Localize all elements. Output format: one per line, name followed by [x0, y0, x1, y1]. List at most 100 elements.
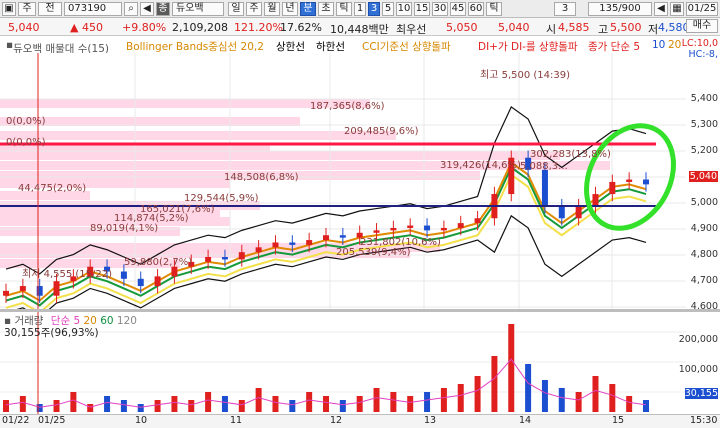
- interval-button-0[interactable]: 일: [228, 2, 244, 16]
- legend-upper[interactable]: 상한선: [276, 39, 305, 54]
- volume-profile-label: 129,544(5,9%): [184, 193, 259, 204]
- buy-button[interactable]: 매수: [686, 19, 718, 33]
- volume-bar: [104, 396, 111, 412]
- candle: [238, 252, 245, 260]
- interval-button-3[interactable]: 년: [282, 2, 298, 16]
- volume-bar: [171, 396, 178, 412]
- candle: [541, 169, 548, 207]
- volume-bar: [440, 388, 447, 412]
- interval-button-11[interactable]: 15: [414, 2, 430, 16]
- candle: [306, 240, 313, 245]
- best-label: 최우선: [396, 23, 427, 36]
- count-field[interactable]: 135/900: [588, 2, 652, 16]
- volume-axis: 200,000 100,000 30,155: [679, 312, 720, 414]
- prev-icon[interactable]: ◀: [654, 2, 668, 16]
- candle: [339, 235, 346, 238]
- interval-button-9[interactable]: 5: [382, 2, 394, 16]
- price-tick: 4,900: [690, 223, 718, 234]
- candle: [558, 206, 565, 219]
- legend-di[interactable]: DI+가 DI-를 상향돌파: [478, 39, 578, 54]
- candle: [626, 179, 633, 182]
- interval-button-7[interactable]: 1: [354, 2, 366, 16]
- price-tick: 4,700: [690, 275, 718, 286]
- volume-bar: [188, 400, 195, 412]
- volume-profile-label: 205,539(9,4%): [336, 247, 411, 258]
- volume-bar: [390, 392, 397, 412]
- name-tag: 종: [156, 2, 170, 16]
- interval-button-14[interactable]: 60: [468, 2, 484, 16]
- high-label: 고: [598, 23, 609, 36]
- interval-button-8[interactable]: 3: [368, 2, 380, 16]
- volume-bar: [289, 400, 296, 412]
- toolbar: ▣ 주 전 073190 ⌕ ◀ 종 듀오백 일 주 월 년 분 초 틱 1 3 5 10 15 30 4…: [0, 0, 720, 18]
- interval-button-4[interactable]: 분: [300, 2, 316, 16]
- candle: [289, 242, 296, 245]
- time-tick: 15: [612, 415, 625, 426]
- legend-ma10[interactable]: 10: [652, 39, 665, 51]
- interval-button-5[interactable]: 초: [318, 2, 334, 16]
- stock-name-field[interactable]: 듀오백: [172, 2, 224, 16]
- price-tick: 5,400: [690, 93, 718, 104]
- legend-cci[interactable]: CCI기준선 상향돌파: [362, 39, 451, 54]
- quote-bar: 5,040 ▲ 450 +9.80% 2,109,208 121.20% 17.…: [0, 18, 720, 36]
- chart-menu-icon[interactable]: ▣: [2, 2, 16, 16]
- candle: [643, 179, 649, 185]
- volume-bar: [356, 396, 363, 412]
- volume-profile-label: 5,088,3...: [520, 161, 568, 172]
- time-tick: 12: [330, 415, 343, 426]
- volume-bar: [238, 400, 245, 412]
- interval-button-6[interactable]: 틱: [336, 2, 352, 16]
- legend-lower[interactable]: 하한선: [316, 39, 345, 54]
- interval-button-10[interactable]: 10: [396, 2, 412, 16]
- candle: [53, 281, 60, 296]
- volume-bar: [120, 400, 127, 412]
- candle: [474, 218, 481, 224]
- volume-tick: 30,155: [684, 388, 718, 399]
- volume-profile-label: 89,019(4,1%): [90, 223, 159, 234]
- interval-button-12[interactable]: 30: [432, 2, 448, 16]
- volume-bar: [592, 376, 599, 412]
- current-price: 5,040: [8, 21, 40, 34]
- legend-bb[interactable]: Bollinger Bands중심선 20,2: [126, 39, 264, 54]
- volume-profile-label: 302,283(13,8%): [530, 149, 611, 160]
- volume-profile-label: 209,485(9,6%): [344, 126, 419, 137]
- volume-bar: [626, 396, 633, 412]
- current-price-tag: 5,040: [688, 171, 718, 182]
- search-icon[interactable]: ⌕: [124, 2, 138, 16]
- play-icon[interactable]: ◀: [140, 2, 154, 16]
- price-tick: 4,800: [690, 249, 718, 260]
- volume-bar: [373, 388, 380, 412]
- period-dropdown[interactable]: 주: [18, 2, 36, 16]
- candle: [457, 223, 464, 228]
- code-input[interactable]: 073190: [64, 2, 122, 16]
- volume-bar: [508, 324, 515, 412]
- date-field[interactable]: 01/25: [686, 2, 718, 16]
- time-tick: 01/22: [2, 415, 30, 426]
- amount-value: 10,448백만: [330, 23, 389, 36]
- interval-button-2[interactable]: 월: [264, 2, 280, 16]
- page-icon[interactable]: ▦: [670, 2, 684, 16]
- low-label: 저: [648, 23, 659, 36]
- candle: [407, 225, 414, 228]
- volume-bar: [255, 388, 262, 412]
- minute-value-dropdown[interactable]: 3: [554, 2, 576, 16]
- volume-bar: [154, 400, 161, 412]
- open-price: 4,585: [558, 21, 590, 34]
- volume-tick: 200,000: [678, 334, 718, 345]
- volume-bar: [643, 400, 649, 412]
- volume-bar: [457, 384, 464, 412]
- legend-ma20[interactable]: 20: [668, 39, 681, 51]
- legend-title[interactable]: ▪ 듀오백 매물대 수(15): [6, 39, 109, 55]
- legend-ma[interactable]: 종가 단순 5: [588, 39, 640, 54]
- market-dropdown[interactable]: 전: [38, 2, 62, 16]
- candle: [255, 247, 262, 253]
- volume-bar: [558, 388, 565, 412]
- interval-button-15[interactable]: 틱: [486, 2, 502, 16]
- max-annotation: 최고 5,500 (14:39): [480, 70, 571, 81]
- time-tick: 01/25: [38, 415, 66, 426]
- candle: [592, 194, 599, 207]
- volume-profile-label: 187,365(8,6%): [310, 101, 385, 112]
- min-annotation: 최저 4,555 (15/22): [22, 269, 113, 280]
- interval-button-13[interactable]: 45: [450, 2, 466, 16]
- interval-button-1[interactable]: 주: [246, 2, 262, 16]
